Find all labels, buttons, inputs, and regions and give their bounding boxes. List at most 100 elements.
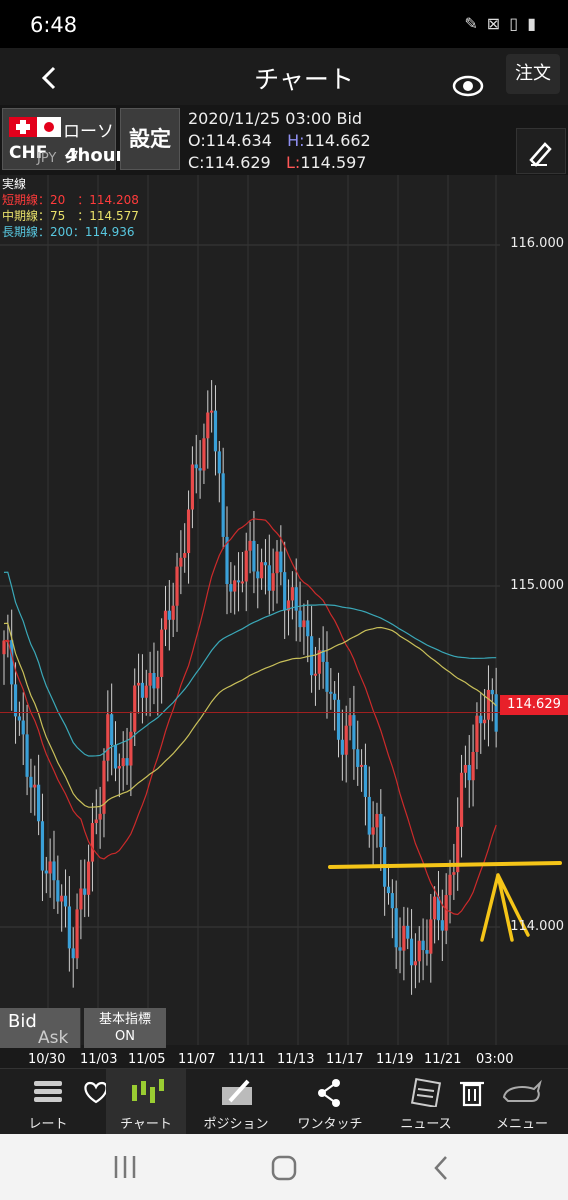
candle-body <box>398 947 402 951</box>
high-label: H: <box>287 131 305 150</box>
candle-body <box>336 699 341 740</box>
candle-body <box>71 948 75 959</box>
candle-body <box>98 813 102 820</box>
annotation-line <box>328 861 562 869</box>
candle-body <box>263 562 268 566</box>
candle-body <box>183 553 187 558</box>
candle-body <box>283 572 287 611</box>
status-bar: 6:48 ✎ ⊠ ▯ ▮ <box>0 0 568 48</box>
candle-body <box>444 895 448 931</box>
eye-icon[interactable] <box>452 70 484 102</box>
nav-chart[interactable]: チャート <box>106 1069 186 1135</box>
price-tick-114: 114.000 <box>510 919 564 934</box>
candle-body <box>202 438 206 471</box>
candle-body <box>275 551 279 574</box>
low-label: L: <box>286 153 301 172</box>
ma-long-line <box>3 571 497 757</box>
nav-menu[interactable]: メニュー <box>482 1069 562 1135</box>
candle-body <box>163 610 168 630</box>
candle-body <box>233 580 237 592</box>
candle-body <box>175 566 179 606</box>
candle-body <box>352 715 356 750</box>
legend-title: 実線 <box>2 177 27 191</box>
timeframe-label: 4hour <box>65 145 125 166</box>
one-touch-share-icon <box>318 1079 340 1107</box>
candle-body <box>483 719 487 724</box>
order-button[interactable]: 注文 <box>506 54 560 94</box>
candle-body <box>386 886 391 894</box>
bottom-nav: レート チャート ポジション ワンタッチ ニュース メニュー <box>0 1068 568 1135</box>
ohlc-panel: 2020/11/25 03:00 Bid O:114.634 H:114.662… <box>188 108 371 174</box>
candlestick-chart[interactable] <box>0 175 568 1045</box>
candle-body <box>240 581 244 584</box>
candle-body <box>106 714 110 761</box>
time-tick: 11/05 <box>128 1052 166 1067</box>
candle-body <box>402 925 406 951</box>
candle-body <box>394 908 398 948</box>
candle-body <box>148 672 152 686</box>
candle-body <box>167 610 171 620</box>
time-tick: 11/17 <box>326 1052 364 1067</box>
candle-body <box>63 895 68 907</box>
time-tick: 03:00 <box>476 1052 514 1067</box>
indicator-state: ON <box>115 1029 135 1044</box>
candle-body <box>52 861 56 881</box>
candle-body <box>86 861 91 895</box>
candle-body <box>210 410 214 413</box>
candle-body <box>17 716 21 721</box>
nav-label: チャート <box>120 1117 172 1132</box>
candle-body <box>452 872 456 875</box>
candle-body <box>459 772 464 827</box>
candle-body <box>160 629 164 677</box>
candle-body <box>229 584 233 592</box>
candle-body <box>425 950 429 954</box>
candle-body <box>329 691 333 694</box>
high-value: 114.662 <box>304 131 371 150</box>
candle-body <box>221 473 225 537</box>
candle-body <box>356 749 360 767</box>
candle-body <box>40 821 45 871</box>
candle-body <box>44 870 48 874</box>
nav-one-touch[interactable]: ワンタッチ <box>290 1069 370 1135</box>
candle-body <box>156 676 160 689</box>
candle-body <box>333 693 337 700</box>
home-icon[interactable] <box>270 1154 298 1182</box>
nav-label: メニュー <box>495 1117 548 1132</box>
candle-body <box>121 758 125 767</box>
drawing-tool-button[interactable] <box>516 128 566 174</box>
time-tick: 11/13 <box>277 1052 315 1067</box>
candle-body <box>433 896 437 920</box>
candle-body <box>256 571 260 579</box>
bid-label: Bid <box>8 1011 37 1032</box>
candle-body <box>217 451 221 474</box>
candle-body <box>206 412 210 439</box>
candle-body <box>144 685 148 698</box>
candle-body <box>90 823 95 862</box>
indicator-label: 基本指標 <box>98 1012 151 1027</box>
symbol-selector-button[interactable]: ローソク CHF JPY 4hour <box>2 108 124 170</box>
candle-body <box>186 509 191 554</box>
candle-body <box>429 919 433 954</box>
settings-button[interactable]: 設定 <box>120 108 180 170</box>
candle-body <box>363 764 368 797</box>
candle-body <box>409 938 414 966</box>
chart-area[interactable] <box>0 175 568 1045</box>
candle-body <box>213 410 218 452</box>
candle-body <box>440 920 444 931</box>
candle-body <box>56 880 60 902</box>
candle-body <box>406 925 410 939</box>
indicator-toggle[interactable]: 基本指標 ON <box>84 1008 166 1048</box>
time-tick: 11/21 <box>424 1052 462 1067</box>
candle-body <box>413 961 418 966</box>
candle-body <box>379 813 383 848</box>
bid-ask-toggle[interactable]: Bid Ask <box>0 1008 81 1048</box>
status-time: 6:48 <box>30 13 78 37</box>
pen-icon <box>529 142 552 167</box>
low-value: 114.597 <box>300 153 367 172</box>
recent-apps-icon[interactable] <box>110 1154 140 1180</box>
back-nav-icon[interactable] <box>430 1154 454 1182</box>
nav-position[interactable]: ポジション <box>196 1069 276 1135</box>
candle-body <box>475 715 479 752</box>
legend-mid-ma: 中期線：75 ：114.577 <box>2 209 139 223</box>
candle-body <box>302 620 306 628</box>
